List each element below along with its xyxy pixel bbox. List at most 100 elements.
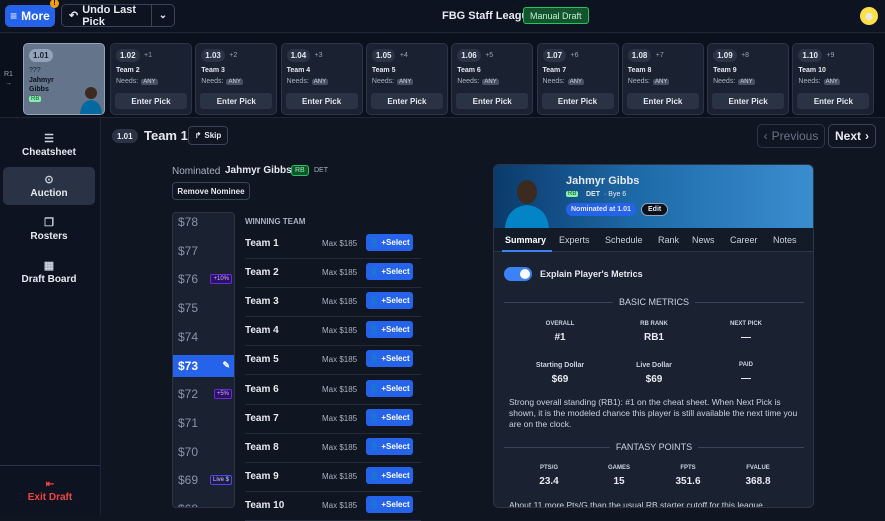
select-team-button[interactable]: 👤 +Select <box>366 350 413 368</box>
price-value: $73 <box>178 358 199 373</box>
user-icon: 👤 <box>369 325 380 335</box>
sidebar-item-draft-board[interactable]: ▦ Draft Board <box>3 253 95 291</box>
select-team-button[interactable]: 👤 +Select <box>366 263 413 281</box>
enter-pick-button[interactable]: Enter Pick <box>370 93 443 109</box>
winning-team-row: Team 6 Max $185 👤 +Select <box>245 376 421 405</box>
price-option-selected[interactable]: $73 ✎ <box>173 354 234 377</box>
tab-schedule[interactable]: Schedule <box>605 235 643 245</box>
skip-button[interactable]: ↱ Skip <box>188 126 228 145</box>
tab-experts[interactable]: Experts <box>559 235 590 245</box>
price-option[interactable]: $76 +10% <box>173 268 234 290</box>
user-icon: 👤 <box>369 383 380 393</box>
enter-pick-button[interactable]: Enter Pick <box>541 93 614 109</box>
pick-card[interactable]: 1.08 +7 Team 8 Needs: ANY Enter Pick <box>621 43 704 115</box>
player-last-name: Gibbs <box>29 86 49 93</box>
sidebar-item-rosters[interactable]: ❐ Rosters <box>3 210 95 248</box>
select-team-button[interactable]: 👤 +Select <box>366 495 413 513</box>
tab-rank[interactable]: Rank <box>658 235 679 245</box>
next-button[interactable]: Next › <box>828 124 876 148</box>
price-option[interactable]: $71 <box>173 412 234 434</box>
winning-team-row: Team 10 Max $185 👤 +Select <box>245 492 421 521</box>
price-option[interactable]: $69 Live $ <box>173 469 234 491</box>
undo-last-pick-button[interactable]: ↶ Undo Last Pick <box>62 4 152 28</box>
pick-number: 1.10 <box>798 49 822 62</box>
toggle-knob <box>520 269 530 279</box>
stat-value: $69 <box>645 374 663 385</box>
undo-dropdown-chevron-icon[interactable]: ⌄ <box>152 10 174 21</box>
enter-pick-button[interactable]: Enter Pick <box>797 93 870 109</box>
pick-needs: Needs: ANY <box>116 78 158 85</box>
select-team-button[interactable]: 👤 +Select <box>366 321 413 339</box>
explain-metrics-toggle[interactable] <box>504 267 532 281</box>
skip-label: Skip <box>204 131 222 140</box>
select-team-button[interactable]: 👤 +Select <box>366 379 413 397</box>
select-team-button[interactable]: 👤 +Select <box>366 437 413 455</box>
pick-card[interactable]: 1.06 +5 Team 6 Needs: ANY Enter Pick <box>451 43 534 115</box>
enter-pick-button[interactable]: Enter Pick <box>200 93 273 109</box>
pick-card[interactable]: 1.04 +3 Team 4 Needs: ANY Enter Pick <box>280 43 363 115</box>
user-icon: 👤 <box>369 412 380 422</box>
price-value: $71 <box>178 415 199 430</box>
tab-news[interactable]: News <box>692 235 715 245</box>
price-option[interactable]: $78 <box>173 213 234 233</box>
tab-career[interactable]: Career <box>730 235 758 245</box>
team-name: Team 1 <box>245 238 279 249</box>
tab-summary[interactable]: Summary <box>505 235 546 245</box>
price-option[interactable]: $68 <box>173 498 234 507</box>
price-option[interactable]: $75 <box>173 297 234 319</box>
next-label: Next <box>834 129 861 143</box>
price-option[interactable]: $70 <box>173 441 234 463</box>
more-button[interactable]: ≡ More <box>5 5 55 27</box>
select-team-button[interactable]: 👤 +Select <box>366 408 413 426</box>
select-team-button[interactable]: 👤 +Select <box>366 292 413 310</box>
edit-nomination-button[interactable]: Edit <box>641 203 669 216</box>
price-selector: $78 $77 $76 +10% $75 $74 $73 ✎ $72 +5% $71 $70 $69 Li… <box>172 212 235 508</box>
exit-draft-label: Exit Draft <box>27 491 73 503</box>
team-name: Team 6 <box>245 383 279 395</box>
explain-metrics-label: Explain Player's Metrics <box>540 269 643 279</box>
price-option[interactable]: $77 <box>173 240 234 262</box>
enter-pick-button[interactable]: Enter Pick <box>626 93 699 109</box>
select-team-button[interactable]: 👤 +Select <box>366 234 413 251</box>
pick-number: 1.07 <box>542 49 567 62</box>
pick-card[interactable]: 1.03 +2 Team 3 Needs: ANY Enter Pick <box>195 43 278 115</box>
enter-pick-button[interactable]: Enter Pick <box>285 93 358 109</box>
price-option[interactable]: $72 +5% <box>173 383 234 405</box>
select-label: +Select <box>381 383 410 393</box>
stat-paid: PAID — <box>711 362 781 384</box>
price-tag: +5% <box>213 389 232 400</box>
select-team-button[interactable]: 👤 +Select <box>366 466 413 484</box>
remove-nominee-button[interactable]: Remove Nominee <box>172 182 250 200</box>
pick-card[interactable]: 1.02 +1 Team 2 Needs: ANY Enter Pick <box>110 43 192 115</box>
enter-pick-button[interactable]: Enter Pick <box>456 93 529 109</box>
pick-card-1-01[interactable]: 1.01 ??? Jahmyr Gibbs RB <box>23 43 105 115</box>
user-avatar[interactable]: ☻ <box>860 7 878 25</box>
pick-card[interactable]: 1.05 +4 Team 5 Needs: ANY Enter Pick <box>365 43 448 115</box>
sidebar-item-auction[interactable]: ⊙ Auction <box>3 167 95 205</box>
pick-card[interactable]: 1.10 +9 Team 10 Needs: ANY Enter Pick <box>792 43 875 115</box>
undo-button-group: ↶ Undo Last Pick ⌄ <box>61 4 175 28</box>
fantasy-points-header: FANTASY POINTS <box>504 441 804 453</box>
team-name: Team 5 <box>245 354 279 366</box>
pencil-icon[interactable]: ✎ <box>222 360 230 371</box>
price-option[interactable]: $74 <box>173 326 234 348</box>
player-card: Jahmyr Gibbs RB DET · Bye 6 Nominated at… <box>493 164 814 508</box>
pick-card[interactable]: 1.07 +6 Team 7 Needs: ANY Enter Pick <box>536 43 619 115</box>
pick-card[interactable]: 1.09 +8 Team 9 Needs: ANY Enter Pick <box>707 43 790 115</box>
enter-pick-button[interactable]: Enter Pick <box>115 93 187 109</box>
select-label: +Select <box>381 267 410 277</box>
sidebar-item-cheatsheet[interactable]: ☰ Cheatsheet <box>3 126 95 164</box>
chevron-left-icon: ‹ <box>763 129 768 143</box>
tab-notes[interactable]: Notes <box>773 235 797 245</box>
needs-label: Needs: <box>542 78 565 85</box>
pick-offset: +2 <box>229 52 238 59</box>
needs-any-badge: ANY <box>141 78 158 85</box>
exit-draft-button[interactable]: ⇤ Exit Draft <box>0 465 100 515</box>
needs-label: Needs: <box>116 78 139 85</box>
team-max-bid: Max $185 <box>322 297 358 307</box>
team-max-bid: Max $185 <box>322 413 358 423</box>
previous-button[interactable]: ‹ Previous <box>757 124 825 148</box>
select-label: +Select <box>381 296 410 306</box>
check-circle-icon: ⊙ <box>44 174 54 186</box>
enter-pick-button[interactable]: Enter Pick <box>712 93 785 109</box>
